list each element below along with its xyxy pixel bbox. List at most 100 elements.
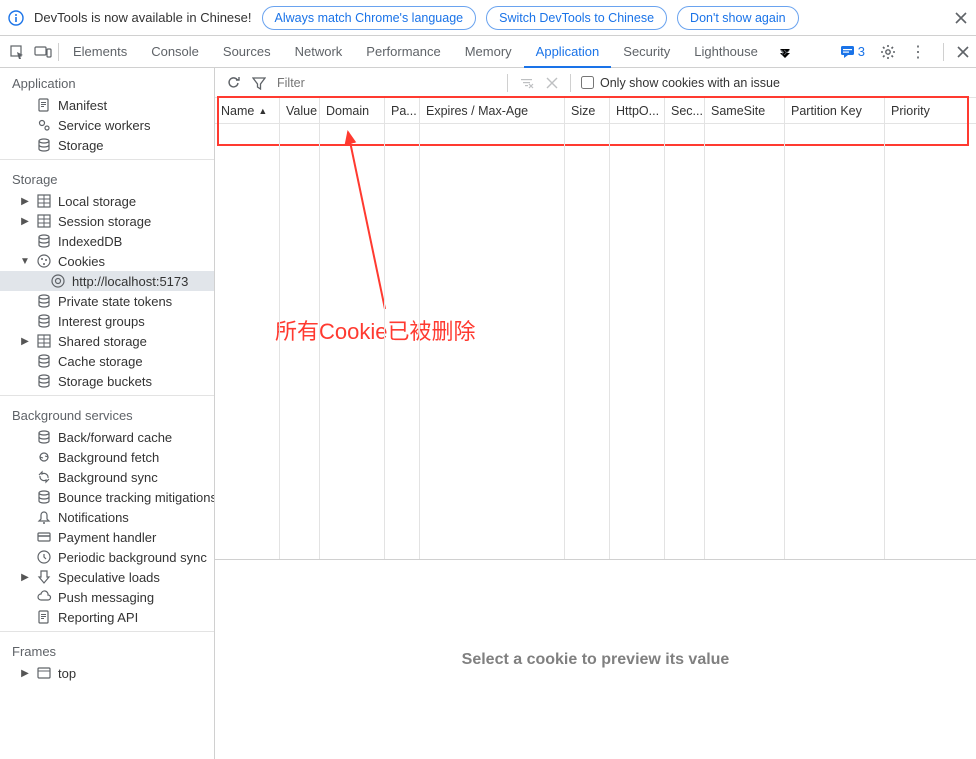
sidebar-item-session-storage[interactable]: ▶Session storage bbox=[0, 211, 214, 231]
sidebar-item-push-messaging[interactable]: Push messaging bbox=[0, 587, 214, 607]
settings-icon[interactable] bbox=[877, 41, 899, 63]
tab-elements[interactable]: Elements bbox=[61, 36, 139, 68]
sidebar-item-service-workers[interactable]: Service workers bbox=[0, 115, 214, 135]
sidebar-item-label: Shared storage bbox=[58, 334, 147, 349]
tab-console[interactable]: Console bbox=[139, 36, 211, 68]
col-sec[interactable]: Sec... bbox=[665, 98, 705, 123]
sidebar-item-label: Payment handler bbox=[58, 530, 156, 545]
sidebar-item-label: Background fetch bbox=[58, 450, 159, 465]
sidebar-item-interest-groups[interactable]: Interest groups bbox=[0, 311, 214, 331]
sidebar-item-label: Back/forward cache bbox=[58, 430, 172, 445]
cookie-icon bbox=[36, 253, 52, 269]
sidebar-item-cookies[interactable]: ▼Cookies bbox=[0, 251, 214, 271]
db-icon bbox=[36, 489, 52, 505]
tab-security[interactable]: Security bbox=[611, 36, 682, 68]
delete-icon[interactable] bbox=[544, 75, 560, 91]
sidebar-item-label: Cookies bbox=[58, 254, 105, 269]
target-icon bbox=[50, 273, 66, 289]
only-issues-checkbox[interactable]: Only show cookies with an issue bbox=[581, 76, 780, 90]
sidebar-item-reporting-api[interactable]: Reporting API bbox=[0, 607, 214, 627]
sidebar-item-back-forward-cache[interactable]: Back/forward cache bbox=[0, 427, 214, 447]
sidebar-item-label: Bounce tracking mitigations bbox=[58, 490, 215, 505]
banner: DevTools is now available in Chinese! Al… bbox=[0, 0, 976, 36]
tab-network[interactable]: Network bbox=[283, 36, 355, 68]
sidebar-item-manifest[interactable]: Manifest bbox=[0, 95, 214, 115]
sidebar-item-background-sync[interactable]: Background sync bbox=[0, 467, 214, 487]
clock-icon bbox=[36, 549, 52, 565]
refresh-icon[interactable] bbox=[225, 75, 241, 91]
more-icon[interactable]: ⋮ bbox=[907, 41, 929, 63]
sidebar-item-storage-buckets[interactable]: Storage buckets bbox=[0, 371, 214, 391]
close-icon[interactable] bbox=[954, 11, 968, 25]
sidebar-item-label: Push messaging bbox=[58, 590, 154, 605]
db-icon bbox=[36, 373, 52, 389]
sidebar-item-label: Notifications bbox=[58, 510, 129, 525]
more-tabs-icon[interactable]: » bbox=[772, 41, 794, 63]
col-httpo[interactable]: HttpO... bbox=[610, 98, 665, 123]
sidebar-item-periodic-background-sync[interactable]: Periodic background sync bbox=[0, 547, 214, 567]
db-icon bbox=[36, 137, 52, 153]
db-icon bbox=[36, 429, 52, 445]
sidebar-item-background-fetch[interactable]: Background fetch bbox=[0, 447, 214, 467]
db-icon bbox=[36, 353, 52, 369]
sidebar-item-speculative-loads[interactable]: ▶Speculative loads bbox=[0, 567, 214, 587]
filter-icon[interactable] bbox=[251, 75, 267, 91]
sidebar-item-label: Service workers bbox=[58, 118, 150, 133]
cloud-icon bbox=[36, 589, 52, 605]
messages-badge[interactable]: 3 bbox=[840, 44, 865, 59]
sidebar-item-shared-storage[interactable]: ▶ Shared storage bbox=[0, 331, 214, 351]
sidebar-item-notifications[interactable]: Notifications bbox=[0, 507, 214, 527]
devtools-close-icon[interactable] bbox=[956, 45, 970, 59]
inspect-icon[interactable] bbox=[6, 41, 28, 63]
sidebar-item-cache-storage[interactable]: Cache storage bbox=[0, 351, 214, 371]
sidebar-section-storage: Storage bbox=[0, 164, 214, 191]
tab-sources[interactable]: Sources bbox=[211, 36, 283, 68]
device-icon[interactable] bbox=[32, 41, 54, 63]
tab-performance[interactable]: Performance bbox=[354, 36, 452, 68]
preview-message: Select a cookie to preview its value bbox=[462, 651, 730, 669]
sidebar-item-top[interactable]: ▶top bbox=[0, 663, 214, 683]
sidebar-item-http-localhost-5173[interactable]: http://localhost:5173 bbox=[0, 271, 214, 291]
sidebar-item-private-state-tokens[interactable]: Private state tokens bbox=[0, 291, 214, 311]
chevron-icon: ▶ bbox=[20, 216, 30, 227]
col-domain[interactable]: Domain bbox=[320, 98, 385, 123]
tab-application[interactable]: Application bbox=[524, 36, 612, 68]
only-issues-label: Only show cookies with an issue bbox=[600, 76, 780, 90]
col-pa[interactable]: Pa... bbox=[385, 98, 420, 123]
col-expiresmaxage[interactable]: Expires / Max-Age bbox=[420, 98, 565, 123]
card-icon bbox=[36, 529, 52, 545]
tab-lighthouse[interactable]: Lighthouse bbox=[682, 36, 770, 68]
sidebar-item-bounce-tracking-mitigations[interactable]: Bounce tracking mitigations bbox=[0, 487, 214, 507]
db-icon bbox=[36, 233, 52, 249]
col-size[interactable]: Size bbox=[565, 98, 610, 123]
sidebar: ApplicationManifestService workersStorag… bbox=[0, 68, 215, 759]
sidebar-item-local-storage[interactable]: ▶Local storage bbox=[0, 191, 214, 211]
filter-input[interactable] bbox=[277, 76, 497, 90]
col-partitionkey[interactable]: Partition Key bbox=[785, 98, 885, 123]
sidebar-item-payment-handler[interactable]: Payment handler bbox=[0, 527, 214, 547]
sidebar-item-label: top bbox=[58, 666, 76, 681]
spec-icon bbox=[36, 569, 52, 585]
sidebar-item-indexeddb[interactable]: IndexedDB bbox=[0, 231, 214, 251]
chevron-icon: ▶ bbox=[20, 336, 30, 347]
col-priority[interactable]: Priority bbox=[885, 98, 975, 123]
cookies-table-body[interactable]: 所有Cookie已被删除 bbox=[215, 124, 976, 559]
db-icon bbox=[36, 313, 52, 329]
banner-dismiss-button[interactable]: Don't show again bbox=[677, 6, 799, 30]
tab-memory[interactable]: Memory bbox=[453, 36, 524, 68]
col-samesite[interactable]: SameSite bbox=[705, 98, 785, 123]
annotation-text: 所有Cookie已被删除 bbox=[275, 314, 475, 346]
banner-match-button[interactable]: Always match Chrome's language bbox=[262, 6, 477, 30]
doc-icon bbox=[36, 609, 52, 625]
sidebar-item-label: Private state tokens bbox=[58, 294, 172, 309]
sidebar-item-label: Periodic background sync bbox=[58, 550, 207, 565]
annotation-arrow-icon bbox=[340, 124, 400, 314]
sidebar-item-label: Storage bbox=[58, 138, 104, 153]
chevron-icon: ▶ bbox=[20, 196, 30, 207]
col-value[interactable]: Value bbox=[280, 98, 320, 123]
sidebar-item-storage[interactable]: Storage bbox=[0, 135, 214, 155]
clear-filter-icon[interactable] bbox=[518, 75, 534, 91]
col-name[interactable]: Name▲ bbox=[215, 98, 280, 123]
gears-icon bbox=[36, 117, 52, 133]
banner-switch-button[interactable]: Switch DevTools to Chinese bbox=[486, 6, 667, 30]
